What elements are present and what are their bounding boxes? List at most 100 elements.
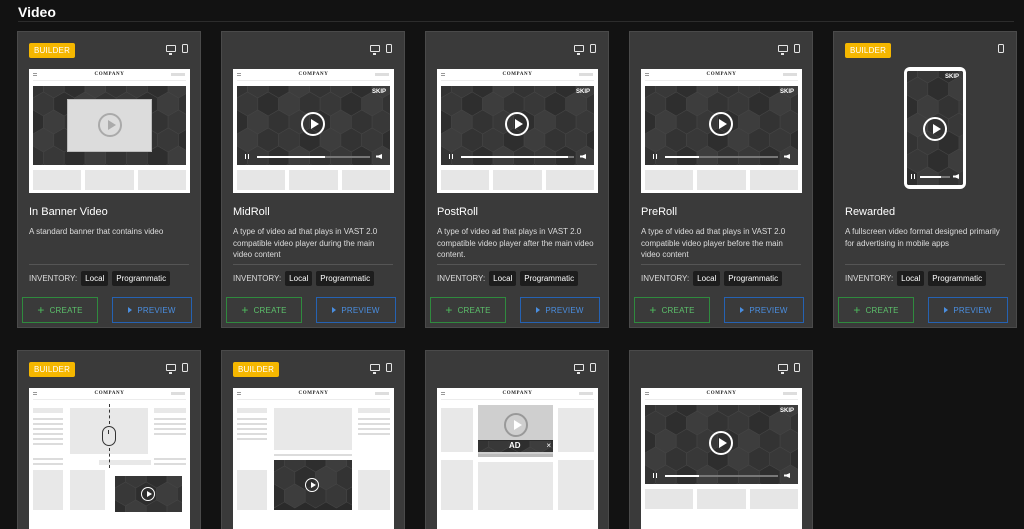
mock-content-blocks (645, 489, 798, 509)
preview-label: PREVIEW (137, 305, 176, 315)
tag-local: Local (81, 271, 109, 286)
card-title: PostRoll (437, 206, 478, 218)
tag-local: Local (285, 271, 313, 286)
play-icon (141, 487, 155, 501)
play-icon (505, 112, 529, 136)
ad-format-card-scroll-video[interactable]: BUILDER COMPANY (17, 350, 201, 529)
play-triangle-icon (536, 307, 541, 313)
desktop-icon (166, 45, 176, 55)
ad-format-card-postroll[interactable]: COMPANY SKIP PostRoll A type of video ad… (425, 31, 609, 328)
format-preview: COMPANY AD × (437, 388, 598, 529)
play-icon (923, 117, 947, 141)
volume-icon (953, 174, 959, 179)
play-triangle-icon (944, 307, 949, 313)
mock-site-header: COMPANY (29, 69, 190, 83)
card-description: A type of video ad that plays in VAST 2.… (641, 227, 786, 259)
mobile-icon (386, 363, 392, 372)
mobile-icon (998, 44, 1004, 53)
ad-format-card-outstream-video[interactable]: COMPANY SKIP (629, 350, 813, 529)
ad-format-card-rewarded[interactable]: BUILDER SKIP Rewarded A fullscreen video… (833, 31, 1017, 328)
mobile-icon (794, 363, 800, 372)
section-title: Video (18, 4, 56, 20)
mock-search (783, 392, 797, 395)
create-button[interactable]: + CREATE (22, 297, 98, 323)
device-icons (778, 363, 800, 374)
close-icon: × (546, 441, 551, 450)
mock-content-blocks (237, 170, 390, 190)
card-description: A standard banner that contains video (29, 227, 164, 236)
progress-track (461, 156, 574, 158)
inventory-row: INVENTORY: Local Programmatic (233, 271, 375, 286)
preview-button[interactable]: PREVIEW (316, 297, 396, 323)
ad-format-card-in-banner-video[interactable]: BUILDER COMPANY In Banner Video A standa… (17, 31, 201, 328)
progress-fill (920, 176, 941, 178)
skip-label: SKIP (779, 408, 794, 414)
play-triangle-icon (740, 307, 745, 313)
card-description: A fullscreen video format designed prima… (845, 227, 1000, 248)
mock-logo: COMPANY (502, 72, 533, 77)
mock-search (579, 392, 593, 395)
inventory-row: INVENTORY: Local Programmatic (29, 271, 171, 286)
plus-icon: + (853, 303, 861, 317)
ad-format-card-video-banner[interactable]: COMPANY AD × (425, 350, 609, 529)
mobile-icon (794, 44, 800, 53)
mock-content-blocks (441, 170, 594, 190)
preview-button[interactable]: PREVIEW (928, 297, 1008, 323)
desktop-icon (574, 364, 584, 374)
divider (641, 264, 801, 265)
mobile-icon (182, 363, 188, 372)
plus-icon: + (445, 303, 453, 317)
preview-label: PREVIEW (749, 305, 788, 315)
inventory-label: INVENTORY: (437, 274, 486, 283)
create-button[interactable]: + CREATE (634, 297, 710, 323)
progress-fill (665, 156, 699, 158)
builder-badge: BUILDER (845, 43, 892, 58)
ad-label: AD (509, 441, 521, 450)
mock-nav (645, 80, 798, 81)
mock-article-image (274, 408, 352, 450)
video-banner (33, 86, 186, 165)
create-button[interactable]: + CREATE (430, 297, 506, 323)
card-description: A type of video ad that plays in VAST 2.… (437, 227, 594, 259)
card-title: In Banner Video (29, 206, 108, 218)
tag-local: Local (897, 271, 925, 286)
builder-badge: BUILDER (29, 362, 76, 377)
format-preview: COMPANY (29, 69, 190, 193)
desktop-icon (574, 45, 584, 55)
mock-sidebar (33, 408, 63, 413)
preview-label: PREVIEW (545, 305, 584, 315)
inventory-row: INVENTORY: Local Programmatic (641, 271, 783, 286)
mock-logo: COMPANY (706, 72, 737, 77)
create-label: CREATE (49, 305, 83, 315)
format-preview: COMPANY SKIP (641, 69, 802, 193)
player-controls (245, 154, 382, 160)
desktop-icon (778, 45, 788, 55)
card-title: MidRoll (233, 206, 270, 218)
preview-button[interactable]: PREVIEW (520, 297, 600, 323)
video-player: SKIP (645, 405, 798, 484)
mock-content-blocks (645, 170, 798, 190)
progress-fill (665, 475, 699, 477)
create-button[interactable]: + CREATE (838, 297, 914, 323)
preview-button[interactable]: PREVIEW (112, 297, 192, 323)
player-controls (653, 473, 790, 479)
device-icons (778, 44, 800, 55)
mock-site-header: COMPANY (29, 388, 190, 402)
skip-label: SKIP (944, 74, 959, 80)
ad-format-card-midroll[interactable]: COMPANY SKIP MidRoll A type of video ad … (221, 31, 405, 328)
progress-track (665, 475, 778, 477)
plus-icon: + (649, 303, 657, 317)
inventory-row: INVENTORY: Local Programmatic (437, 271, 579, 286)
skip-label: SKIP (779, 89, 794, 95)
format-preview: COMPANY (29, 388, 190, 529)
volume-icon (376, 154, 382, 159)
in-article-video-player (274, 460, 352, 510)
scroll-arrow-down-icon (109, 448, 110, 468)
ad-format-card-in-article-video[interactable]: BUILDER COMPANY (221, 350, 405, 529)
create-button[interactable]: + CREATE (226, 297, 302, 323)
desktop-icon (370, 45, 380, 55)
mock-logo: COMPANY (94, 72, 125, 77)
preview-button[interactable]: PREVIEW (724, 297, 804, 323)
ad-format-card-preroll[interactable]: COMPANY SKIP PreRoll A type of video ad … (629, 31, 813, 328)
tag-local: Local (489, 271, 517, 286)
